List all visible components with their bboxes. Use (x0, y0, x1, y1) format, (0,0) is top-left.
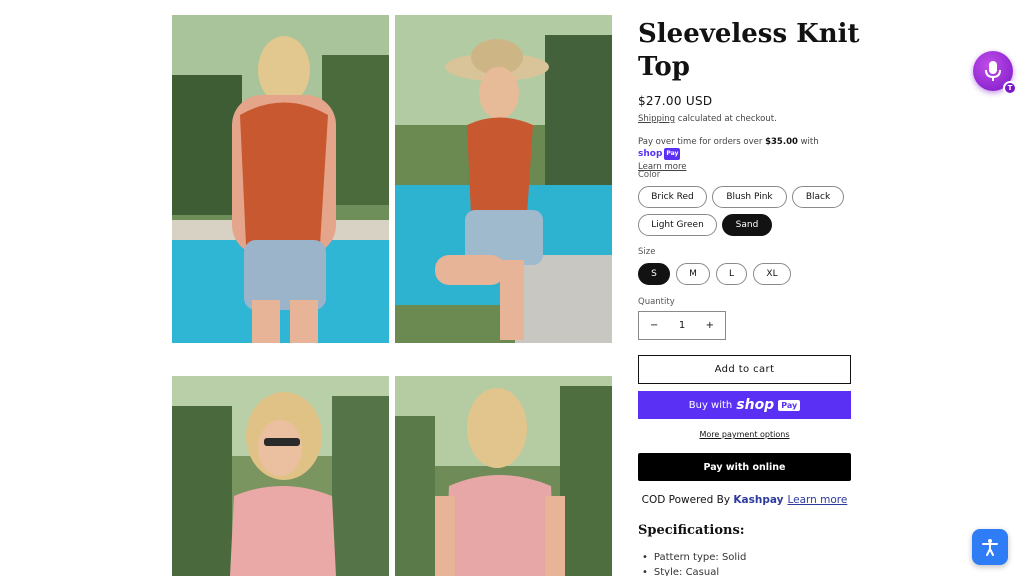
microphone-icon (985, 61, 1001, 81)
quantity-decrease-button[interactable]: − (650, 320, 658, 331)
pay-logo: Pay (778, 399, 801, 411)
shop-logo: shop (736, 397, 775, 413)
shop-pay-logo-shop: shop (638, 149, 663, 159)
quantity-label: Quantity (638, 297, 675, 307)
more-payment-options-link[interactable]: More payment options (638, 430, 851, 439)
size-option-m[interactable]: M (676, 263, 710, 285)
size-label: Size (638, 247, 656, 257)
buy-with-shop-pay-button[interactable]: Buy with shop Pay (638, 391, 851, 419)
product-image-2[interactable] (395, 15, 612, 343)
quantity-increase-button[interactable]: + (706, 320, 714, 331)
installments-amount: $35.00 (765, 137, 798, 147)
cod-learn-more-link[interactable]: Learn more (787, 494, 847, 506)
shop-pay-logo: shop Pay (638, 148, 681, 160)
shop-pay-logo-pay: Pay (664, 148, 681, 160)
product-image-3[interactable] (172, 376, 389, 576)
buy-with-label: Buy with (688, 399, 733, 411)
cod-text: COD Powered By (641, 494, 734, 506)
product-title: Sleeveless Knit Top (638, 19, 860, 82)
quantity-stepper: − 1 + (638, 311, 726, 340)
size-option-xl[interactable]: XL (753, 263, 791, 285)
accessibility-person-icon (982, 539, 998, 556)
pay-with-online-button[interactable]: Pay with online (638, 453, 851, 481)
specifications-heading: Specifications: (638, 523, 745, 538)
product-image-4[interactable] (395, 376, 612, 576)
installments-with: with (797, 137, 819, 147)
accessibility-button[interactable] (972, 529, 1008, 565)
spec-item: Pattern type: Solid (642, 552, 746, 567)
installments-note: Pay over time for orders over $35.00 wit… (638, 136, 858, 173)
color-option-light-green[interactable]: Light Green (638, 214, 717, 236)
quantity-value[interactable]: 1 (679, 320, 685, 331)
installments-prefix: Pay over time for orders over (638, 137, 766, 147)
size-option-s[interactable]: S (638, 263, 670, 285)
color-option-sand[interactable]: Sand (722, 214, 772, 236)
cod-powered-by: COD Powered By Kashpay Learn more (638, 494, 851, 506)
color-option-black[interactable]: Black (792, 186, 844, 208)
shipping-note: Shipping calculated at checkout. (638, 114, 777, 124)
add-to-cart-button[interactable]: Add to cart (638, 355, 851, 384)
kashpay-brand: Kashpay (733, 494, 784, 506)
voice-assistant-badge: T (1003, 81, 1017, 95)
color-option-blush-pink[interactable]: Blush Pink (712, 186, 787, 208)
size-option-l[interactable]: L (716, 263, 747, 285)
shipping-text: calculated at checkout. (675, 114, 777, 124)
color-option-brick-red[interactable]: Brick Red (638, 186, 707, 208)
spec-item: Style: Casual (642, 567, 746, 576)
shipping-link[interactable]: Shipping (638, 114, 675, 124)
color-label: Color (638, 170, 661, 180)
product-price: $27.00 USD (638, 94, 713, 108)
specifications-list: Pattern type: Solid Style: Casual (642, 552, 746, 576)
product-image-1[interactable] (172, 15, 389, 343)
